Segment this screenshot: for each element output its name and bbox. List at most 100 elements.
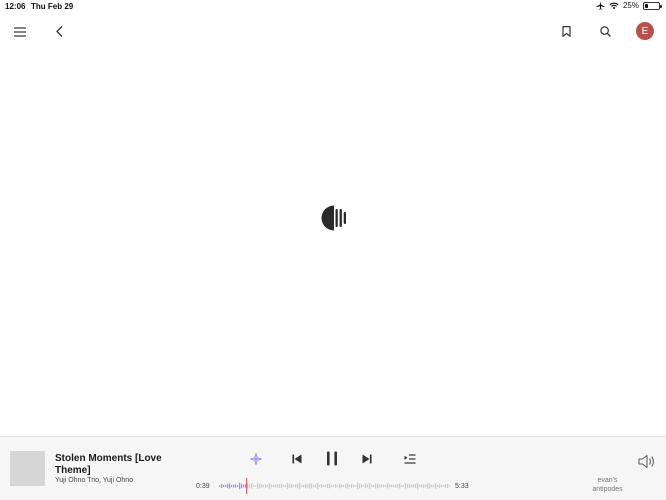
next-button[interactable] — [358, 450, 375, 467]
waveform-bar — [415, 483, 417, 489]
waveform-bar — [247, 483, 249, 489]
waveform-bar — [355, 485, 357, 487]
waveform-bar — [243, 484, 245, 488]
waveform-bar — [241, 483, 243, 489]
search-button[interactable] — [597, 23, 614, 40]
waveform-bar — [407, 484, 409, 488]
waveform-bar — [325, 484, 327, 488]
waveform-bar — [421, 484, 423, 488]
waveform-bar — [439, 483, 441, 489]
waveform-bar — [297, 483, 299, 489]
waveform-bar — [299, 482, 301, 490]
waveform-bar — [253, 485, 255, 487]
waveform-bar — [227, 483, 229, 489]
waveform-bar — [261, 484, 263, 488]
waveform-bar — [301, 485, 303, 487]
waveform-bar — [239, 482, 241, 490]
pause-icon — [326, 451, 337, 466]
previous-icon — [292, 454, 301, 463]
waveform-bar — [341, 484, 343, 488]
waveform-bar — [441, 485, 443, 488]
waveform-bar — [397, 484, 399, 488]
waveform-bar — [433, 484, 435, 488]
status-indicators: 25% — [596, 1, 662, 10]
user-avatar[interactable]: E — [636, 22, 654, 40]
waveform-bar — [369, 482, 371, 490]
waveform-bar — [307, 484, 309, 488]
waveform-bar — [347, 483, 349, 489]
pause-button[interactable] — [322, 449, 341, 468]
waveform-bar — [219, 485, 221, 487]
queue-button[interactable] — [401, 450, 418, 467]
track-artist[interactable]: Yuji Ohno Trio, Yuji Ohno — [55, 477, 185, 484]
waveform-bar — [303, 484, 305, 488]
waveform-bar — [349, 484, 351, 488]
battery-icon — [643, 1, 662, 10]
waveform-seek-bar[interactable] — [219, 478, 451, 494]
waveform-bar — [399, 483, 401, 489]
waveform-bar — [237, 485, 239, 487]
waveform-bar — [321, 484, 323, 488]
waveform-bar — [263, 484, 265, 488]
search-icon — [600, 26, 611, 37]
menu-button[interactable] — [11, 23, 28, 40]
waveform-bar — [335, 484, 337, 488]
waveform-bar — [409, 483, 411, 489]
waveform-bar — [353, 484, 355, 488]
waveform-bar — [365, 483, 367, 489]
waveform-bar — [249, 484, 251, 488]
previous-button[interactable] — [288, 450, 305, 467]
waveform-bar — [351, 483, 353, 489]
playhead-marker — [246, 478, 248, 494]
status-bar: 12:06 Thu Feb 29 25% — [0, 0, 666, 13]
volume-icon — [638, 454, 654, 468]
top-bar — [0, 13, 666, 51]
waveform-bar — [273, 484, 275, 488]
waveform-bar — [375, 483, 377, 489]
zone-name[interactable]: evan's antipodes — [585, 476, 630, 494]
waveform-bar — [279, 484, 281, 488]
waveform-bar — [403, 485, 405, 487]
volume-button[interactable] — [637, 451, 657, 471]
waveform-bar — [359, 483, 361, 489]
waveform-bar — [389, 484, 391, 488]
waveform-bar — [383, 484, 385, 488]
waveform-bar — [309, 483, 311, 489]
waveform-bar — [387, 483, 389, 489]
waveform-bar — [287, 483, 289, 489]
waveform-bar — [429, 483, 431, 489]
waveform-bar — [317, 482, 319, 490]
waveform-bar — [425, 484, 427, 488]
playback-controls — [0, 449, 666, 471]
waveform-bar — [419, 484, 421, 488]
back-button[interactable] — [51, 23, 68, 40]
waveform-bar — [363, 484, 365, 488]
waveform-bar — [437, 484, 439, 488]
waveform-bar — [381, 484, 383, 488]
menu-icon — [13, 26, 26, 37]
waveform-bar — [333, 485, 335, 487]
waveform-bar — [285, 484, 287, 488]
waveform-bar — [405, 483, 407, 489]
waveform-bar — [281, 484, 283, 488]
waveform-bar — [445, 484, 447, 488]
zone-name-line1: evan's — [597, 477, 618, 484]
radio-button[interactable] — [247, 450, 264, 467]
waveform-bar — [357, 482, 359, 490]
waveform-bar — [377, 483, 379, 489]
waveform-bar — [265, 484, 267, 488]
waveform-bar — [417, 482, 419, 490]
waveform-bar — [271, 484, 273, 488]
waveform-bar — [339, 483, 341, 489]
waveform-bar — [225, 485, 227, 487]
waveform-bar — [283, 485, 285, 487]
waveform-bar — [251, 483, 253, 489]
elapsed-time: 0:39 — [196, 483, 210, 490]
waveform-bar — [395, 484, 397, 488]
waveform-bar — [291, 484, 293, 488]
waveform-bar — [391, 484, 393, 488]
waveform-bar — [385, 484, 387, 488]
waveform-bar — [411, 484, 413, 488]
bookmark-button[interactable] — [558, 23, 575, 40]
waveform-bar — [267, 484, 269, 488]
